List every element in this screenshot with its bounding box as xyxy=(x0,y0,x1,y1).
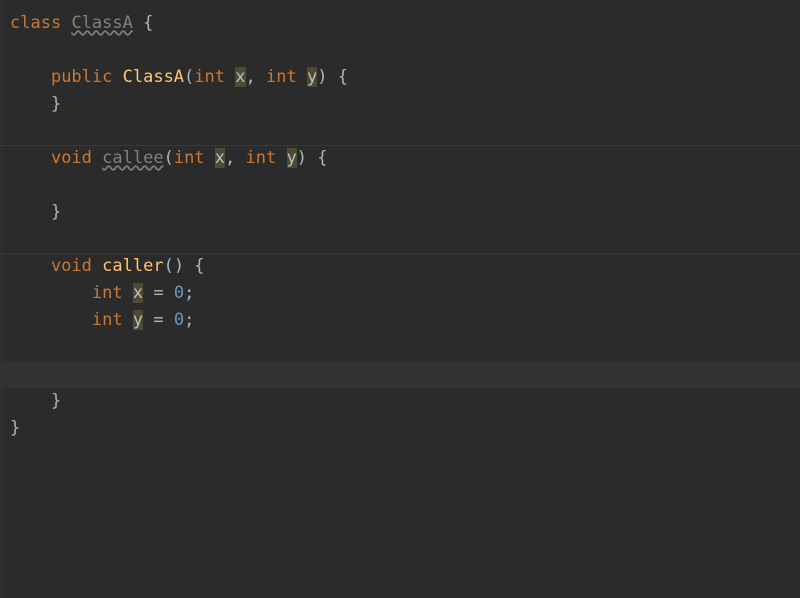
class-name: ClassA xyxy=(71,13,132,33)
code-line[interactable] xyxy=(0,37,800,64)
code-line-current[interactable] xyxy=(0,361,800,388)
brace: } xyxy=(51,94,61,114)
keyword-int: int xyxy=(246,148,277,168)
brace: } xyxy=(10,418,20,438)
param-y: y xyxy=(287,148,297,168)
code-line[interactable]: int y = 0; xyxy=(0,307,800,334)
code-line[interactable]: int x = 0; xyxy=(0,280,800,307)
keyword-int: int xyxy=(92,310,123,330)
param-y: y xyxy=(307,67,317,87)
literal-zero: 0 xyxy=(174,283,184,303)
code-line[interactable]: void callee(int x, int y) { xyxy=(0,145,800,172)
code-line[interactable]: public ClassA(int x, int y) { xyxy=(0,64,800,91)
brace: } xyxy=(51,202,61,222)
code-line[interactable] xyxy=(0,226,800,253)
keyword-void: void xyxy=(51,148,92,168)
method-callee: callee xyxy=(102,148,163,168)
code-line[interactable]: } xyxy=(0,91,800,118)
keyword-void: void xyxy=(51,256,92,276)
param-x: x xyxy=(235,67,245,87)
param-x: x xyxy=(215,148,225,168)
var-y: y xyxy=(133,310,143,330)
code-line[interactable] xyxy=(0,172,800,199)
literal-zero: 0 xyxy=(174,310,184,330)
keyword-int: int xyxy=(92,283,123,303)
brace: } xyxy=(51,391,61,411)
brace: { xyxy=(133,13,153,33)
code-line[interactable]: } xyxy=(0,199,800,226)
keyword-int: int xyxy=(194,67,225,87)
keyword-int: int xyxy=(174,148,205,168)
method-caller: caller xyxy=(102,256,163,276)
keyword-class: class xyxy=(10,13,61,33)
code-line[interactable]: void caller() { xyxy=(0,253,800,280)
code-line[interactable]: } xyxy=(0,415,800,442)
code-line[interactable]: } xyxy=(0,388,800,415)
keyword-int: int xyxy=(266,67,297,87)
code-editor[interactable]: class ClassA { public ClassA(int x, int … xyxy=(0,0,800,598)
code-line[interactable]: class ClassA { xyxy=(0,10,800,37)
keyword-public: public xyxy=(51,67,112,87)
code-line[interactable] xyxy=(0,334,800,361)
var-x: x xyxy=(133,283,143,303)
constructor-name: ClassA xyxy=(123,67,184,87)
code-line[interactable] xyxy=(0,118,800,145)
